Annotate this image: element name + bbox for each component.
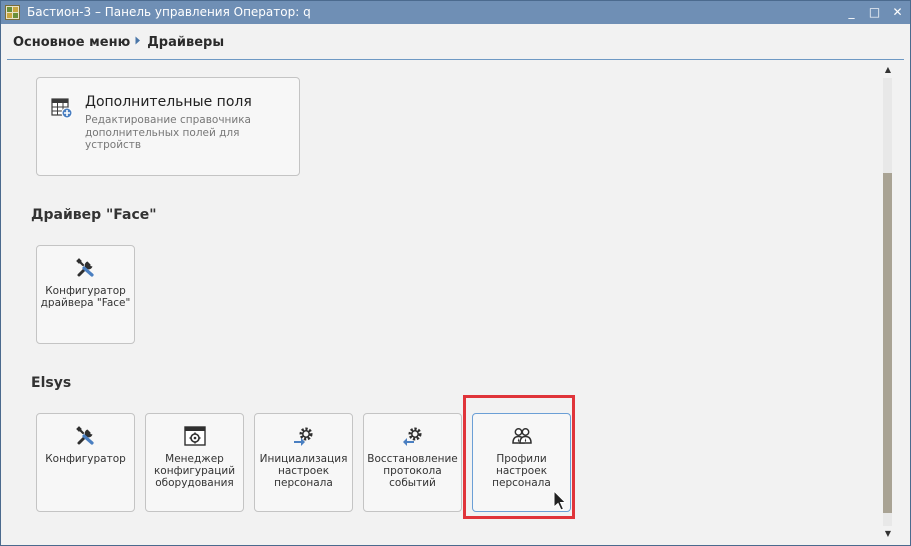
table-add-icon: [51, 98, 73, 119]
header-divider: [7, 59, 904, 60]
close-button[interactable]: ✕: [889, 4, 906, 21]
breadcrumb: Основное меню Драйверы: [13, 34, 224, 51]
scroll-up-icon[interactable]: ▲: [881, 64, 895, 76]
vertical-scrollbar[interactable]: ▲ ▼: [881, 64, 895, 540]
app-window: Бастион-3 – Панель управления Оператор: …: [0, 0, 911, 546]
window-title: Бастион-3 – Панель управления Оператор: …: [27, 5, 311, 19]
tile-elsys-configurator[interactable]: Конфигуратор: [36, 413, 135, 512]
tile-extra-fields-title: Дополнительные поля: [85, 94, 252, 110]
tile-face-configurator[interactable]: Конфигуратор драйвера "Face": [36, 245, 135, 344]
gear-arrow-right-icon: [293, 427, 312, 446]
app-logo-icon: [5, 5, 20, 20]
tile-elsys-restore-log-label: Восстановление протокола событий: [367, 453, 458, 489]
section-title-elsys: Elsys: [31, 375, 72, 391]
tile-elsys-configurator-label: Конфигуратор: [45, 453, 126, 465]
tile-extra-fields[interactable]: Дополнительные поля Редактирование справ…: [36, 77, 300, 176]
scroll-area: Дополнительные поля Редактирование справ…: [7, 62, 883, 542]
section-title-face: Драйвер "Face": [31, 207, 157, 223]
gear-arrow-left-icon: [402, 427, 421, 446]
tile-elsys-config-manager-label: Менеджер конфигураций оборудования: [153, 453, 236, 489]
breadcrumb-root[interactable]: Основное меню: [13, 35, 130, 50]
minimize-button[interactable]: _: [843, 4, 860, 21]
title-bar[interactable]: Бастион-3 – Панель управления Оператор: …: [1, 1, 910, 24]
tile-elsys-init-settings-label: Инициализация настроек персонала: [259, 453, 348, 489]
scroll-thumb[interactable]: [883, 173, 892, 513]
tools-icon: [75, 258, 94, 277]
tile-elsys-config-manager[interactable]: Менеджер конфигураций оборудования: [145, 413, 244, 512]
chevron-right-icon: [135, 36, 141, 45]
config-window-icon: [183, 426, 206, 446]
tile-extra-fields-description: Редактирование справочника дополнительны…: [85, 114, 251, 151]
tile-elsys-restore-log[interactable]: Восстановление протокола событий: [363, 413, 462, 512]
tile-face-configurator-label: Конфигуратор драйвера "Face": [40, 285, 131, 309]
maximize-button[interactable]: □: [866, 4, 883, 21]
mouse-pointer-icon: [553, 490, 567, 511]
scroll-down-icon[interactable]: ▼: [881, 528, 895, 540]
tools-icon: [75, 426, 94, 445]
tile-elsys-init-settings[interactable]: Инициализация настроек персонала: [254, 413, 353, 512]
breadcrumb-current: Драйверы: [147, 35, 225, 50]
main-content: Основное меню Драйверы Дополнительные пол…: [1, 24, 910, 545]
